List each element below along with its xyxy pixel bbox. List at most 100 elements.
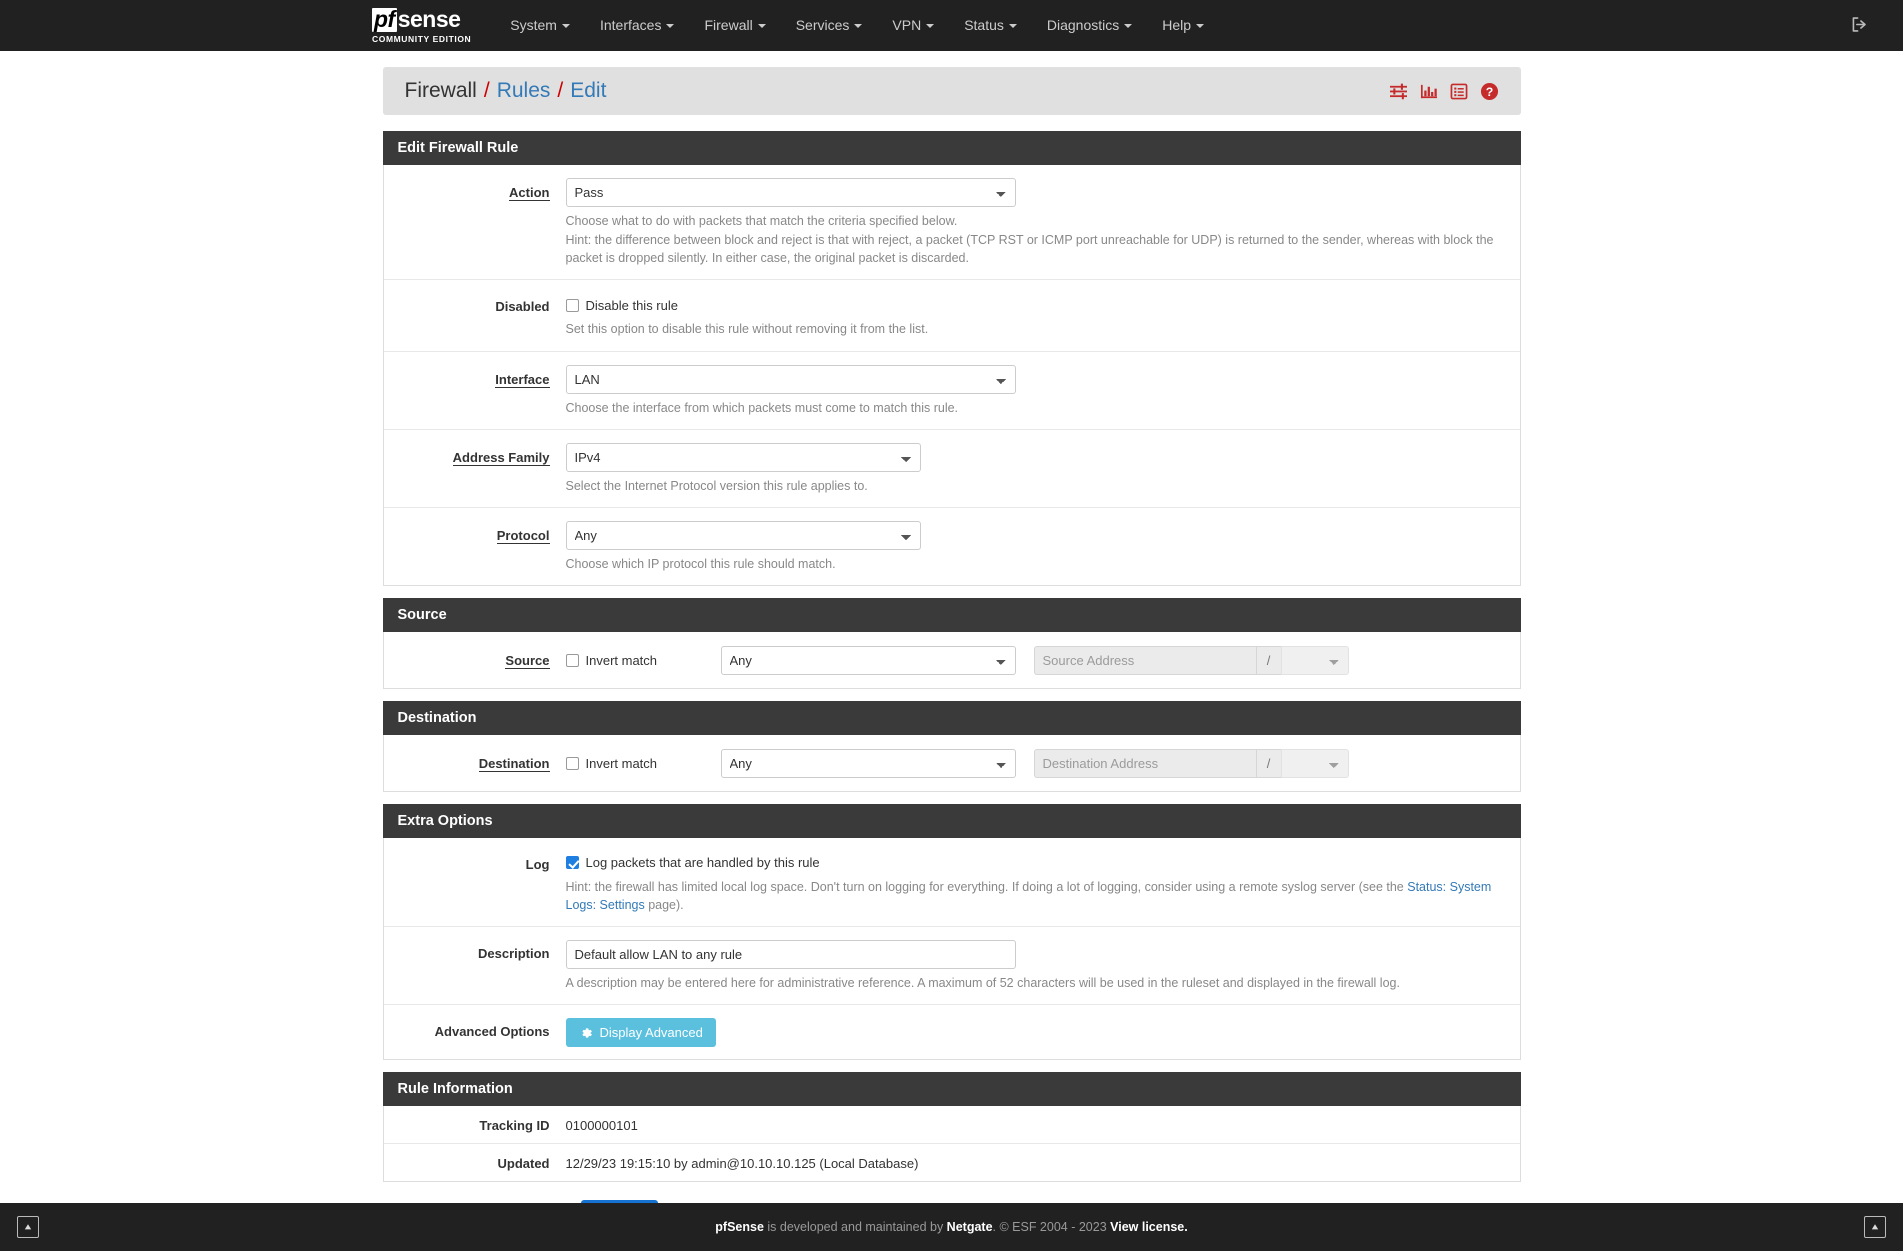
label-disabled: Disabled <box>495 299 550 315</box>
destination-mask-select[interactable] <box>1280 748 1349 778</box>
destination-invert-label[interactable]: Invert match <box>586 756 658 771</box>
row-advanced-options: Advanced Options Display Advanced <box>384 1005 1520 1059</box>
destination-invert-checkbox[interactable] <box>565 756 579 770</box>
pfsense-logo[interactable]: pf sense COMMUNITY EDITION <box>372 5 471 44</box>
navbar-right <box>1850 15 1885 37</box>
breadcrumb-edit[interactable]: Edit <box>570 79 606 103</box>
row-updated: Updated 12/29/23 19:15:10 by admin@10.10… <box>384 1144 1520 1181</box>
source-invert-label[interactable]: Invert match <box>586 653 658 668</box>
label-interface-text[interactable]: Interface <box>495 371 550 388</box>
label-address-family-text[interactable]: Address Family <box>452 449 550 466</box>
source-mask-select[interactable] <box>1280 645 1349 675</box>
panel-body-edit-rule: Action Pass Choose what to do with packe… <box>382 165 1521 586</box>
display-advanced-button[interactable]: Display Advanced <box>565 1018 716 1048</box>
breadcrumb: Firewall / Rules / Edit ? <box>382 67 1521 115</box>
destination-address-group: / <box>1033 748 1349 778</box>
nav-label: VPN <box>892 17 922 33</box>
label-updated: Updated <box>497 1156 550 1172</box>
brand-sense: sense <box>397 5 461 32</box>
chevron-down-icon <box>926 24 935 29</box>
breadcrumb-actions: ? <box>1389 82 1499 101</box>
label-source-text[interactable]: Source <box>505 652 550 669</box>
nav-label: Services <box>795 17 850 33</box>
nav-item-diagnostics[interactable]: Diagnostics <box>1032 0 1147 51</box>
footer-copyright: . © ESF 2004 - 2023 <box>992 1220 1111 1234</box>
label-tracking-id: Tracking ID <box>479 1118 550 1134</box>
destination-type-select[interactable]: Any <box>720 748 1016 778</box>
interface-select[interactable]: LAN <box>565 364 1016 394</box>
row-interface: Interface LAN Choose the interface from … <box>383 352 1520 430</box>
view-license-link[interactable]: View license. <box>1110 1220 1188 1234</box>
nav-label: Status <box>964 17 1004 33</box>
source-invert-checkbox[interactable] <box>565 653 579 667</box>
brand-logo-text: pf sense <box>372 5 471 32</box>
label-address-family: Address Family <box>384 443 566 466</box>
scroll-top-icon-right[interactable] <box>1864 1216 1886 1238</box>
footer-brand: pfSense <box>715 1220 764 1234</box>
destination-address-input[interactable] <box>1033 748 1256 778</box>
brand-pf: pf <box>372 5 397 32</box>
description-input[interactable] <box>565 940 1016 970</box>
row-protocol: Protocol Any Choose which IP protocol th… <box>384 508 1520 585</box>
sliders-icon[interactable] <box>1389 83 1408 100</box>
panel-title-extra-options: Extra Options <box>382 803 1521 838</box>
breadcrumb-rules[interactable]: Rules <box>497 79 551 103</box>
label-advanced-options: Advanced Options <box>434 1024 550 1040</box>
label-protocol-text[interactable]: Protocol <box>496 527 550 544</box>
logout-icon[interactable] <box>1850 15 1869 37</box>
label-destination: Destination <box>384 755 566 772</box>
nav-item-system[interactable]: System <box>495 0 585 51</box>
label-action: Action <box>384 178 566 201</box>
scroll-top-icon-left[interactable] <box>17 1216 39 1238</box>
value-tracking-id: 0100000101 <box>565 1118 638 1134</box>
destination-invert-group: Invert match <box>565 756 721 771</box>
source-address-input[interactable] <box>1033 645 1256 675</box>
nav-item-firewall[interactable]: Firewall <box>689 0 780 51</box>
chevron-down-icon <box>757 24 766 29</box>
footer-text: pfSense is developed and maintained by N… <box>39 1220 1864 1234</box>
row-destination: Destination Invert match Any Destination… <box>384 735 1520 791</box>
panel-extra-options: Extra Options Log Log packets that are h… <box>382 803 1521 1061</box>
source-type-select[interactable]: Any <box>720 645 1016 675</box>
log-packets-checkbox[interactable] <box>565 856 579 870</box>
panel-body-destination: Destination Invert match Any Destination… <box>382 734 1521 792</box>
nav-label: Help <box>1162 17 1192 33</box>
nav-label: Interfaces <box>599 17 662 33</box>
label-action-text[interactable]: Action <box>509 185 550 201</box>
log-packets-label[interactable]: Log packets that are handled by this rul… <box>586 855 820 870</box>
page-footer: pfSense is developed and maintained by N… <box>0 1203 1903 1251</box>
nav-item-vpn[interactable]: VPN <box>877 0 949 51</box>
footer-company: Netgate <box>946 1220 993 1234</box>
display-advanced-label: Display Advanced <box>599 1025 703 1041</box>
action-select[interactable]: Pass <box>565 178 1016 207</box>
chevron-down-icon <box>854 24 863 29</box>
row-log: Log Log packets that are handled by this… <box>383 838 1520 928</box>
bar-chart-icon[interactable] <box>1420 83 1438 100</box>
protocol-select[interactable]: Any <box>565 520 921 550</box>
action-help-1: Choose what to do with packets that matc… <box>565 214 958 228</box>
log-help-pre: Hint: the firewall has limited local log… <box>565 879 1408 894</box>
value-updated: 12/29/23 19:15:10 by admin@10.10.10.125 … <box>565 1156 919 1172</box>
gear-icon <box>579 1026 593 1040</box>
interface-help: Choose the interface from which packets … <box>565 400 959 415</box>
label-description: Description <box>477 946 550 962</box>
destination-type-group: Any <box>720 748 1016 778</box>
panel-body-rule-information: Tracking ID 0100000101 Updated 12/29/23 … <box>382 1106 1521 1183</box>
disable-rule-checkbox[interactable] <box>565 298 579 312</box>
nav-item-interfaces[interactable]: Interfaces <box>585 0 689 51</box>
panel-edit-firewall-rule: Edit Firewall Rule Action Pass Choose wh… <box>382 131 1521 586</box>
label-source: Source <box>384 652 566 669</box>
footer-text-mid: is developed and maintained by <box>763 1220 947 1234</box>
panel-rule-information: Rule Information Tracking ID 0100000101 … <box>382 1072 1521 1183</box>
help-icon[interactable]: ? <box>1480 82 1499 101</box>
chevron-down-icon <box>666 24 675 29</box>
nav-item-status[interactable]: Status <box>949 0 1032 51</box>
label-destination-text[interactable]: Destination <box>478 755 550 772</box>
address-family-select[interactable]: IPv4 <box>565 442 921 472</box>
disable-rule-label[interactable]: Disable this rule <box>586 298 679 313</box>
nav-item-services[interactable]: Services <box>781 0 878 51</box>
row-action: Action Pass Choose what to do with packe… <box>383 165 1520 281</box>
list-icon[interactable] <box>1450 83 1468 100</box>
nav-item-help[interactable]: Help <box>1147 0 1219 51</box>
chevron-down-icon <box>1196 24 1205 29</box>
